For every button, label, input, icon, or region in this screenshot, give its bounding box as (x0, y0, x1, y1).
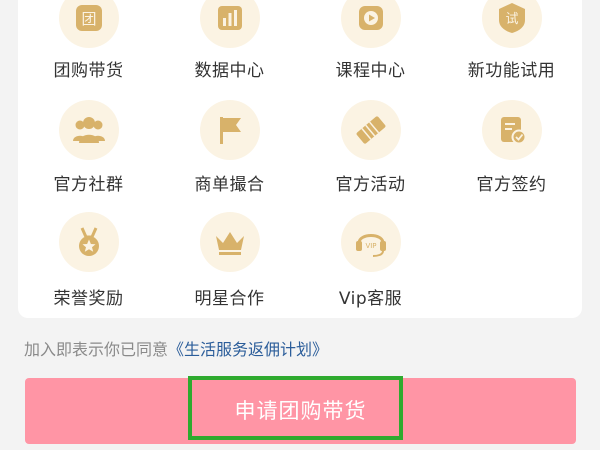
tool-official-community[interactable]: 官方社群 (18, 100, 159, 200)
tool-label: 课程中心 (335, 61, 406, 81)
crown-icon (200, 212, 260, 272)
svg-text:团: 团 (81, 10, 96, 28)
contract-check-icon (482, 100, 542, 160)
play-video-icon (341, 0, 401, 48)
tool-course-center[interactable]: 课程中心 (300, 0, 441, 100)
tool-vip-service[interactable]: VIP Vip客服 (300, 212, 441, 312)
tool-label: 数据中心 (194, 61, 265, 81)
tool-label: 官方社群 (53, 175, 124, 195)
community-users-icon (59, 100, 119, 160)
tool-honor-awards[interactable]: 荣誉奖励 (18, 212, 159, 312)
agreement-prefix: 加入即表示你已同意 (24, 340, 169, 359)
svg-text:试: 试 (505, 12, 518, 27)
agreement-text: 加入即表示你已同意《生活服务返佣计划》 (24, 336, 328, 360)
tool-label: 商单撮合 (194, 175, 265, 195)
tool-group-buy[interactable]: 团 团购带货 (18, 0, 159, 100)
svg-text:VIP: VIP (365, 242, 376, 250)
bar-chart-icon (200, 0, 260, 48)
tool-label: 新功能试用 (467, 61, 556, 81)
tool-label: Vip客服 (338, 289, 403, 309)
trial-shield-icon: 试 (482, 0, 542, 48)
tool-business-matching[interactable]: 商单撮合 (159, 100, 300, 200)
tool-label: 官方签约 (476, 175, 547, 195)
medal-icon (59, 212, 119, 272)
vip-headset-icon: VIP (341, 212, 401, 272)
highlight-box (188, 376, 403, 440)
tool-celebrity-cooperation[interactable]: 明星合作 (159, 212, 300, 312)
tool-data-center[interactable]: 数据中心 (159, 0, 300, 100)
tool-new-feature-trial[interactable]: 试 新功能试用 (441, 0, 582, 100)
tool-label: 团购带货 (53, 61, 124, 81)
tool-grid: 团 团购带货 数据中心 课程中心 试 新功能试用 官方社群 商单撮合 官方活动 … (18, 0, 582, 318)
tool-official-events[interactable]: 官方活动 (300, 100, 441, 200)
ticket-icon (341, 100, 401, 160)
tool-official-contract[interactable]: 官方签约 (441, 100, 582, 200)
tool-label: 荣誉奖励 (53, 289, 124, 309)
group-buy-icon: 团 (59, 0, 119, 48)
tools-card: 团 团购带货 数据中心 课程中心 试 新功能试用 官方社群 商单撮合 官方活动 … (18, 0, 582, 318)
flag-icon (200, 100, 260, 160)
tool-label: 官方活动 (335, 175, 406, 195)
tool-label: 明星合作 (194, 289, 265, 309)
agreement-link[interactable]: 《生活服务返佣计划》 (168, 340, 328, 359)
